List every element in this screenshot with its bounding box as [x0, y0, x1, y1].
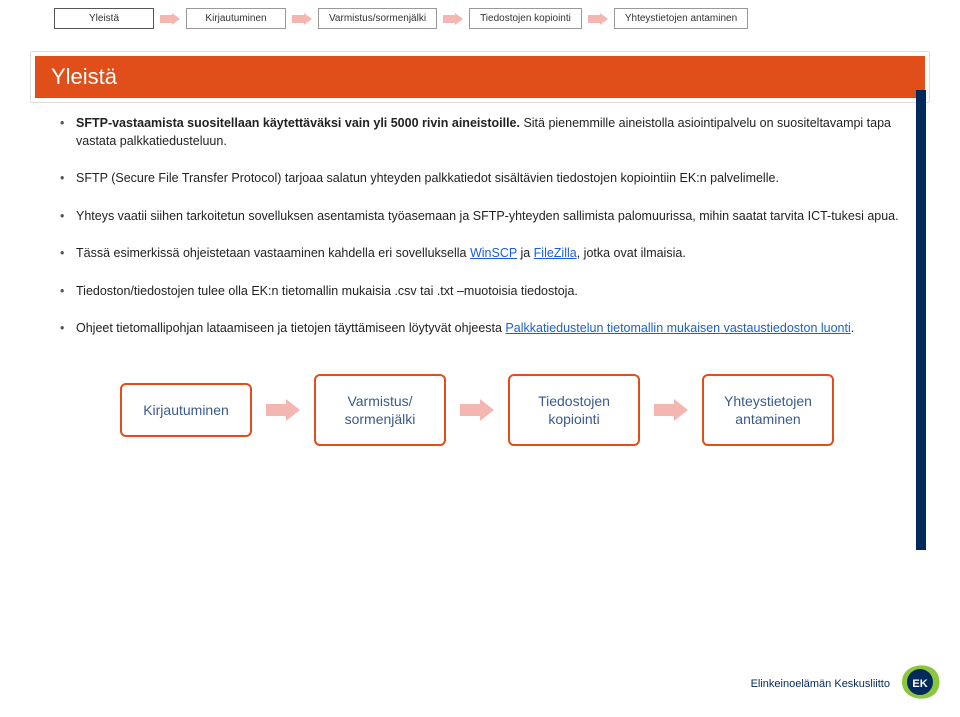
bullet-text: Tässä esimerkissä ohjeistetaan vastaamin…	[76, 246, 686, 260]
link-tietomalli-ohje[interactable]: Palkkatiedustelun tietomallin mukaisen v…	[505, 321, 850, 335]
bullet-text: Tiedoston/tiedostojen tulee olla EK:n ti…	[76, 284, 578, 298]
link-filezilla[interactable]: FileZilla	[534, 246, 577, 260]
link-winscp[interactable]: WinSCP	[470, 246, 517, 260]
process-flow-bottom: Kirjautuminen Varmistus/sormenjälki Tied…	[120, 374, 890, 446]
page-title: Yleistä	[35, 56, 925, 98]
arrow-right-icon	[292, 13, 312, 25]
nav-step-yleista[interactable]: Yleistä	[54, 8, 154, 29]
body-content: SFTP-vastaamista suositellaan käytettävä…	[60, 115, 900, 338]
arrow-right-icon	[443, 13, 463, 25]
ek-badge-icon: EK	[898, 662, 942, 705]
nav-step-kirjautuminen[interactable]: Kirjautuminen	[186, 8, 286, 29]
arrow-right-icon	[654, 399, 688, 421]
bullet-item: Yhteys vaatii siihen tarkoitetun sovellu…	[60, 208, 900, 226]
arrow-right-icon	[160, 13, 180, 25]
bullet-item: Tässä esimerkissä ohjeistetaan vastaamin…	[60, 245, 900, 263]
flow-step-yhteystiedot[interactable]: Yhteystietojenantaminen	[702, 374, 834, 446]
nav-step-kopiointi[interactable]: Tiedostojen kopiointi	[469, 8, 582, 29]
heading-card: Yleistä	[30, 51, 930, 103]
bullet-text: SFTP (Secure File Transfer Protocol) tar…	[76, 171, 779, 185]
flow-step-kirjautuminen[interactable]: Kirjautuminen	[120, 383, 252, 437]
nav-step-yhteystiedot[interactable]: Yhteystietojen antaminen	[614, 8, 748, 29]
flow-step-kopiointi[interactable]: Tiedostojenkopiointi	[508, 374, 640, 446]
bullet-text: SFTP-vastaamista suositellaan käytettävä…	[76, 116, 891, 148]
svg-text:EK: EK	[912, 678, 927, 690]
accent-bar	[916, 90, 926, 550]
nav-step-varmistus[interactable]: Varmistus/sormenjälki	[318, 8, 437, 29]
bullet-item: SFTP-vastaamista suositellaan käytettävä…	[60, 115, 900, 150]
bullet-item: Ohjeet tietomallipohjan lataamiseen ja t…	[60, 320, 900, 338]
bullet-item: SFTP (Secure File Transfer Protocol) tar…	[60, 170, 900, 188]
logo-text: Elinkeinoelämän Keskusliitto	[751, 678, 890, 690]
bullet-text: Ohjeet tietomallipohjan lataamiseen ja t…	[76, 321, 854, 335]
flow-step-varmistus[interactable]: Varmistus/sormenjälki	[314, 374, 446, 446]
process-nav-top: Yleistä Kirjautuminen Varmistus/sormenjä…	[0, 0, 960, 37]
bullet-text: Yhteys vaatii siihen tarkoitetun sovellu…	[76, 209, 899, 223]
ek-logo: Elinkeinoelämän Keskusliitto EK	[751, 662, 942, 705]
arrow-right-icon	[588, 13, 608, 25]
arrow-right-icon	[460, 399, 494, 421]
arrow-right-icon	[266, 399, 300, 421]
bullet-item: Tiedoston/tiedostojen tulee olla EK:n ti…	[60, 283, 900, 301]
